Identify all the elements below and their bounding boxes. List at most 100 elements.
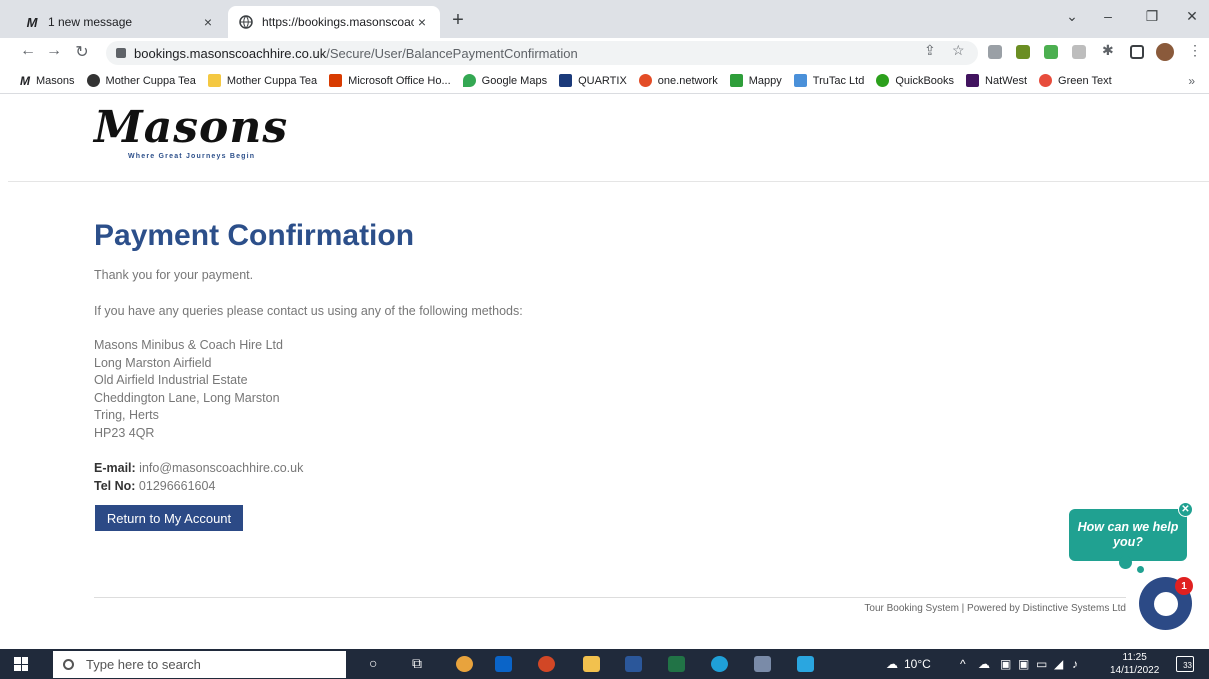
onedrive-icon[interactable]: ☁	[978, 657, 990, 671]
thanks-text: Thank you for your payment.	[94, 268, 254, 282]
more-bookmarks-icon[interactable]: »	[1188, 74, 1195, 88]
tel-label: Tel No:	[94, 478, 136, 493]
address-line: Old Airfield Industrial Estate	[94, 373, 248, 387]
address-bar[interactable]: bookings.masonscoachhire.co.uk /Secure/U…	[106, 41, 978, 65]
word-icon[interactable]	[625, 656, 642, 672]
bookmark-star-icon[interactable]: ☆	[952, 42, 965, 59]
taskbar-clock[interactable]: 11:25 14/11/2022	[1110, 651, 1159, 677]
maps-pin-icon	[462, 74, 476, 87]
trutac-icon	[793, 74, 807, 87]
bookmark-item[interactable]: QUARTIX	[559, 74, 627, 87]
chrome-icon[interactable]	[456, 656, 473, 672]
file-explorer-icon[interactable]	[583, 656, 600, 672]
return-to-account-button[interactable]: Return to My Account	[95, 505, 243, 531]
bookmark-item[interactable]: NatWest	[966, 74, 1027, 87]
tray-app-icon[interactable]: ▣	[1000, 657, 1011, 671]
address-line: Tring, Herts	[94, 408, 159, 422]
back-icon[interactable]: ←	[18, 42, 38, 60]
address-line: Long Marston Airfield	[94, 355, 212, 370]
tea-icon	[86, 74, 100, 87]
bookmark-item[interactable]: TruTac Ltd	[793, 74, 864, 87]
footer-text: Tour Booking System | Powered by Distinc…	[864, 603, 1126, 614]
masons-logo[interactable]: Masons Where Great Journeys Begin	[94, 102, 289, 161]
photos-icon[interactable]	[797, 656, 814, 672]
logo-text: Masons	[94, 102, 289, 153]
share-icon[interactable]: ⇪	[924, 42, 936, 59]
tab-search-icon[interactable]: ⌄	[1062, 8, 1082, 25]
mappy-icon	[729, 74, 743, 87]
chat-close-icon[interactable]: ✕	[1178, 502, 1193, 517]
tray-app-icon[interactable]: ▣	[1018, 657, 1029, 671]
clock-date: 14/11/2022	[1110, 665, 1160, 676]
bookmark-item[interactable]: Mother Cuppa Tea	[207, 74, 317, 87]
header-divider	[8, 181, 1209, 182]
side-panel-icon[interactable]	[1130, 45, 1144, 59]
queries-text: If you have any queries please contact u…	[94, 304, 523, 318]
outlook-icon[interactable]	[495, 656, 512, 672]
taskbar-search-box[interactable]: Type here to search	[53, 651, 346, 678]
battery-icon[interactable]: ▭	[1036, 657, 1047, 671]
notification-count: 33	[1183, 661, 1192, 670]
chat-prompt-bubble[interactable]: How can we help you?	[1069, 509, 1187, 561]
bookmark-item[interactable]: QuickBooks	[876, 74, 954, 87]
chat-unread-badge: 1	[1175, 577, 1193, 595]
tab-messages[interactable]: M 1 new message ×	[14, 6, 226, 38]
bookmark-item[interactable]: Mother Cuppa Tea	[86, 74, 196, 87]
extension-icon[interactable]	[1044, 45, 1058, 59]
chat-icon	[1153, 591, 1178, 616]
tab-title: https://bookings.masonscoachhi	[262, 15, 414, 29]
natwest-icon	[966, 74, 980, 87]
excel-icon[interactable]	[668, 656, 685, 672]
bookmark-item[interactable]: one.network	[638, 74, 718, 87]
windows-start-icon[interactable]	[14, 657, 28, 671]
menu-icon[interactable]: ⋮	[1188, 42, 1202, 59]
forward-icon[interactable]: →	[44, 42, 64, 60]
bookmark-item[interactable]: Mappy	[729, 74, 782, 87]
bookmark-item[interactable]: M Masons	[20, 74, 75, 88]
office-icon	[329, 74, 343, 87]
url-host: bookings.masonscoachhire.co.uk	[134, 45, 327, 61]
footer-divider	[94, 597, 1126, 598]
lock-icon	[116, 48, 126, 58]
extension-icon[interactable]	[1016, 45, 1030, 59]
wifi-icon[interactable]: ◢	[1054, 657, 1063, 671]
extension-icon[interactable]	[988, 45, 1002, 59]
bookmark-item[interactable]: Green Text	[1039, 74, 1112, 87]
extension-icon[interactable]	[1072, 45, 1086, 59]
one-network-icon	[638, 74, 652, 87]
close-window-icon[interactable]: ✕	[1182, 8, 1202, 25]
page-title: Payment Confirmation	[94, 219, 415, 252]
chat-bubble-tail	[1137, 566, 1144, 573]
app-icon[interactable]	[754, 656, 771, 672]
mail-favicon-icon: M	[26, 14, 38, 30]
weather-temp[interactable]: 10°C	[904, 657, 931, 671]
restore-icon[interactable]: ❐	[1142, 8, 1162, 25]
tray-chevron-icon[interactable]: ^	[960, 657, 966, 671]
edge-icon[interactable]	[711, 656, 728, 672]
tab-bookings[interactable]: https://bookings.masonscoachhi ×	[228, 6, 440, 38]
powerpoint-icon[interactable]	[538, 656, 555, 672]
avatar[interactable]	[1156, 43, 1174, 61]
notifications-icon[interactable]: 33	[1176, 656, 1194, 672]
task-view-icon[interactable]: ⧉	[412, 655, 422, 672]
reload-icon[interactable]: ↻	[72, 42, 92, 62]
address-line: Cheddington Lane, Long Marston	[94, 390, 280, 405]
cortana-icon[interactable]: ○	[369, 655, 377, 671]
folder-icon	[207, 74, 221, 87]
weather-icon[interactable]: ☁	[886, 657, 898, 671]
quartix-icon	[559, 74, 573, 87]
puzzle-icon[interactable]: ✱	[1102, 42, 1114, 59]
url-path: /Secure/User/BalancePaymentConfirmation	[326, 45, 578, 61]
bookmark-item[interactable]: Google Maps	[462, 74, 547, 87]
minimize-icon[interactable]: –	[1098, 8, 1118, 24]
close-tab-icon[interactable]: ×	[414, 14, 430, 30]
volume-icon[interactable]: ♪	[1072, 657, 1078, 671]
globe-icon	[238, 14, 254, 30]
bookmark-item[interactable]: Microsoft Office Ho...	[329, 74, 451, 87]
new-tab-icon[interactable]: +	[446, 9, 470, 32]
clock-time: 11:25	[1122, 652, 1147, 663]
email-label: E-mail:	[94, 461, 136, 475]
contact-details: E-mail: info@masonscoachhire.co.uk Tel N…	[94, 460, 303, 495]
close-tab-icon[interactable]: ×	[200, 14, 216, 30]
search-icon	[63, 659, 74, 670]
